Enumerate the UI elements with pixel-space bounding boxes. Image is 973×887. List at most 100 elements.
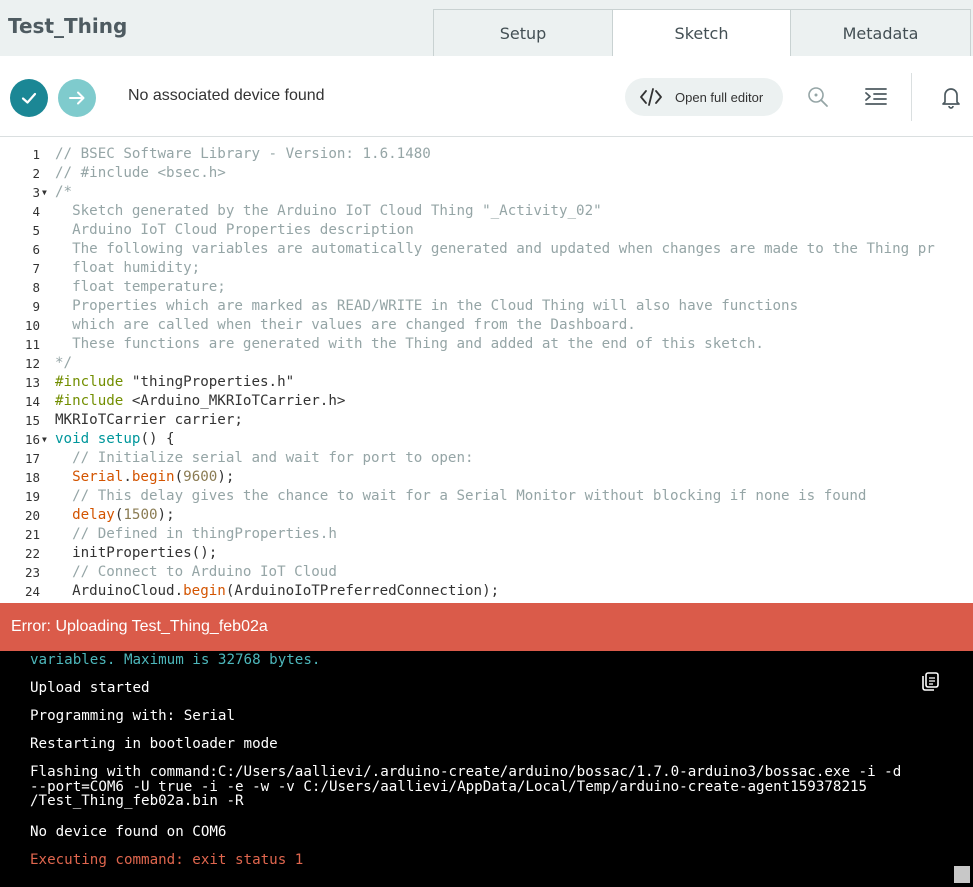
code-token: 1500 [123, 507, 158, 523]
code-token: initProperties(); [55, 545, 218, 561]
upload-button[interactable] [58, 79, 96, 117]
line-number: 1 [32, 147, 40, 162]
code-token: #include [55, 374, 124, 390]
console-line: Upload started [30, 680, 150, 696]
line-number: 23 [24, 565, 40, 580]
code-text: Properties which are marked as READ/WRIT… [55, 297, 798, 316]
verify-button[interactable] [10, 79, 48, 117]
code-text: Serial.begin(9600); [55, 468, 234, 487]
code-editor[interactable]: 1 // BSEC Software Library - Version: 1.6… [0, 137, 973, 603]
code-line[interactable]: 8 float temperature; [0, 278, 973, 297]
line-number: 12 [24, 356, 40, 371]
code-token: // #include <bsec.h> [55, 165, 226, 181]
indent-button[interactable] [864, 85, 888, 109]
code-text: */ [55, 354, 72, 373]
code-line[interactable]: 22 initProperties(); [0, 544, 973, 563]
code-token: These functions are generated with the T… [55, 336, 764, 352]
code-token: float temperature; [55, 279, 226, 295]
code-line[interactable]: 10 which are called when their values ar… [0, 316, 973, 335]
code-token: setup [97, 431, 141, 447]
search-icon [808, 87, 828, 107]
code-token: ( [174, 469, 184, 485]
code-text: // Initialize serial and wait for port t… [55, 449, 473, 468]
code-line[interactable]: 16 ▼ void setup() { [0, 430, 973, 449]
code-line[interactable]: 7 float humidity; [0, 259, 973, 278]
console-scrollbar[interactable] [951, 651, 973, 887]
code-line[interactable]: 18 Serial.begin(9600); [0, 468, 973, 487]
arrow-right-icon [69, 91, 85, 105]
fold-toggle-icon[interactable]: ▼ [42, 183, 47, 202]
tab-sketch[interactable]: Sketch [612, 9, 791, 56]
indent-icon [865, 88, 887, 105]
code-token: float humidity; [55, 260, 201, 276]
code-line[interactable]: 9 Properties which are marked as READ/WR… [0, 297, 973, 316]
tab-setup[interactable]: Setup [433, 9, 613, 56]
code-text: void setup() { [55, 430, 175, 449]
code-token: Properties which are marked as READ/WRIT… [55, 298, 799, 314]
tab-metadata[interactable]: Metadata [790, 9, 971, 56]
copy-button[interactable] [919, 670, 941, 692]
code-token: // BSEC Software Library - Version: 1.6.… [55, 146, 431, 162]
code-text: Arduino IoT Cloud Properties description [55, 221, 414, 240]
line-number: 22 [24, 546, 40, 561]
code-line[interactable]: 19 // This delay gives the chance to wai… [0, 487, 973, 506]
header-bar: Test_Thing Setup Sketch Metadata [0, 0, 973, 56]
code-line[interactable]: 24 ArduinoCloud.begin(ArduinoIoTPreferre… [0, 582, 973, 601]
code-token: void [55, 431, 90, 447]
sketch-toolbar: No associated device found Open full edi… [0, 56, 973, 137]
code-token: which are called when their values are c… [55, 317, 636, 333]
code-line[interactable]: 23 // Connect to Arduino IoT Cloud [0, 563, 973, 582]
code-line[interactable]: 20 delay(1500); [0, 506, 973, 525]
code-text: Sketch generated by the Arduino IoT Clou… [55, 202, 602, 221]
line-number: 5 [32, 223, 40, 238]
code-token: // Connect to Arduino IoT Cloud [55, 564, 337, 580]
line-number: 4 [32, 204, 40, 219]
search-button[interactable] [806, 85, 830, 109]
code-token: . [123, 469, 132, 485]
tab-metadata-label: Metadata [842, 23, 919, 43]
line-number: 14 [24, 394, 40, 409]
code-token: ArduinoCloud. [55, 583, 184, 599]
console-scroll-thumb[interactable] [954, 866, 970, 883]
code-line[interactable]: 6 The following variables are automatica… [0, 240, 973, 259]
code-line[interactable]: 12 */ [0, 354, 973, 373]
code-line[interactable]: 14 #include <Arduino_MKRIoTCarrier.h> [0, 392, 973, 411]
code-line[interactable]: 17 // Initialize serial and wait for por… [0, 449, 973, 468]
error-message: Error: Uploading Test_Thing_feb02a [11, 618, 268, 635]
line-number: 8 [32, 280, 40, 295]
code-line[interactable]: 21 // Defined in thingProperties.h [0, 525, 973, 544]
code-token: ); [217, 469, 235, 485]
line-number: 10 [24, 318, 40, 333]
line-number: 17 [24, 451, 40, 466]
code-text: // #include <bsec.h> [55, 164, 226, 183]
console-output[interactable]: variables. Maximum is 32768 bytes. Upload… [0, 651, 973, 887]
code-text: initProperties(); [55, 544, 217, 563]
thing-title: Test_Thing [8, 14, 128, 38]
code-line[interactable]: 4 Sketch generated by the Arduino IoT Cl… [0, 202, 973, 221]
notifications-button[interactable] [939, 85, 963, 109]
code-line[interactable]: 15 MKRIoTCarrier carrier; [0, 411, 973, 430]
code-line[interactable]: 11 These functions are generated with th… [0, 335, 973, 354]
code-line[interactable]: 5 Arduino IoT Cloud Properties descripti… [0, 221, 973, 240]
code-token: Arduino IoT Cloud Properties description [55, 222, 414, 238]
line-number: 20 [24, 508, 40, 523]
code-text: /* [55, 183, 72, 202]
line-number: 11 [24, 337, 40, 352]
code-token: () { [140, 431, 175, 447]
code-text: float humidity; [55, 259, 200, 278]
device-status-text: No associated device found [128, 87, 325, 104]
copy-icon [922, 672, 939, 691]
line-number: 24 [24, 584, 40, 599]
open-full-editor-button[interactable]: Open full editor [625, 78, 783, 116]
fold-toggle-icon[interactable]: ▼ [42, 430, 47, 449]
line-number: 15 [24, 413, 40, 428]
code-line[interactable]: 1 // BSEC Software Library - Version: 1.6… [0, 145, 973, 164]
code-line[interactable]: 3 ▼ /* [0, 183, 973, 202]
line-number: 16 [24, 432, 40, 447]
code-text: #include <Arduino_MKRIoTCarrier.h> [55, 392, 345, 411]
code-text: These functions are generated with the T… [55, 335, 764, 354]
code-token: Sketch generated by the Arduino IoT Clou… [55, 203, 602, 219]
open-full-editor-label: Open full editor [675, 89, 764, 105]
code-line[interactable]: 2 // #include <bsec.h> [0, 164, 973, 183]
code-line[interactable]: 13 #include "thingProperties.h" [0, 373, 973, 392]
